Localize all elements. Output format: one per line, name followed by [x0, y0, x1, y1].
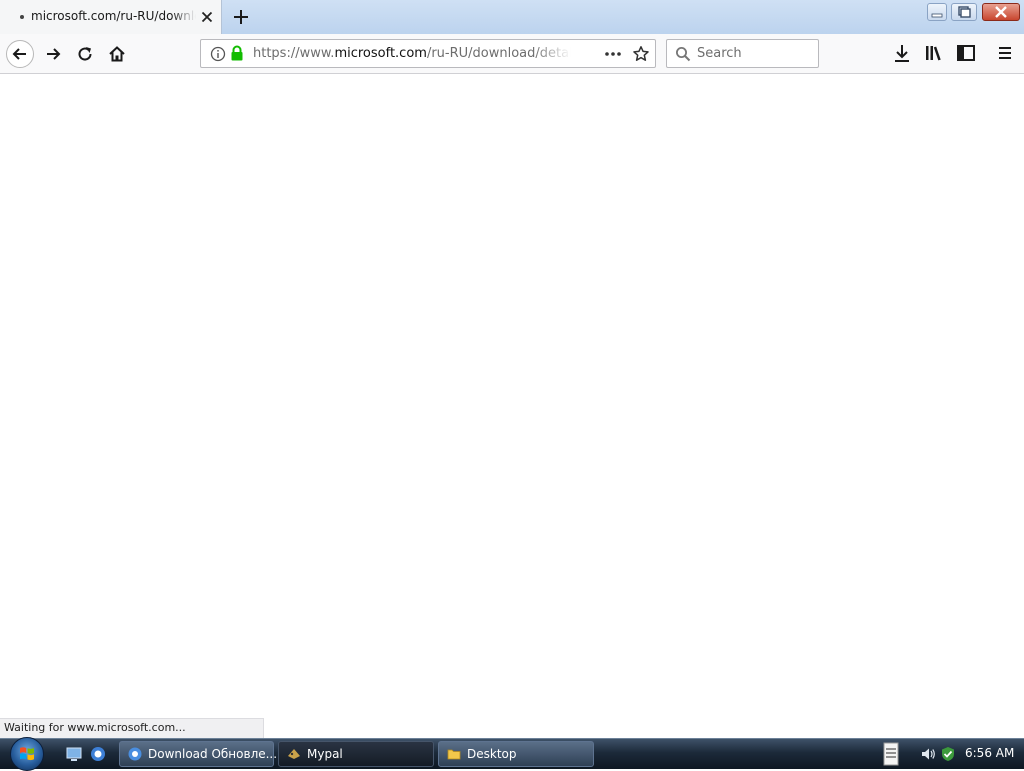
mypal-app-icon — [288, 749, 300, 759]
taskbar-clock[interactable]: 6:56 AM — [965, 746, 1014, 760]
bookmark-star-icon[interactable] — [632, 45, 650, 63]
sidebar-icon[interactable] — [955, 42, 977, 64]
lock-icon[interactable] — [230, 45, 244, 62]
menu-icon[interactable] — [994, 42, 1016, 64]
more-actions-icon[interactable] — [603, 47, 623, 61]
navigation-toolbar: https://www.microsoft.com/ru-RU/download… — [0, 34, 1024, 74]
show-desktop-icon[interactable] — [66, 746, 82, 762]
forward-button[interactable] — [40, 41, 66, 67]
loading-dot-icon — [20, 15, 24, 19]
status-bar: Waiting for www.microsoft.com... — [0, 718, 264, 738]
close-icon[interactable] — [199, 9, 215, 25]
url-bar[interactable]: https://www.microsoft.com/ru-RU/download… — [200, 39, 656, 68]
restore-icon — [958, 6, 971, 18]
taskbar-item-mypal[interactable]: Mypal — [278, 741, 434, 767]
keyboard-icon[interactable] — [883, 742, 899, 766]
taskbar-item-label: Download Обновле... — [148, 747, 278, 761]
page-content — [0, 74, 1024, 738]
taskbar-item-label: Mypal — [307, 747, 343, 761]
start-button[interactable] — [10, 737, 44, 771]
restore-button[interactable] — [951, 3, 977, 21]
reload-icon — [78, 47, 92, 61]
back-button[interactable] — [6, 40, 34, 68]
browser-quicklaunch-icon[interactable] — [90, 746, 106, 762]
search-bar[interactable]: Search — [666, 39, 819, 68]
taskbar: Download Обновле... Mypal Desktop 6:56 A… — [0, 737, 1024, 771]
info-icon[interactable] — [210, 46, 226, 62]
minimize-icon — [931, 13, 943, 18]
minimize-button[interactable] — [927, 3, 947, 21]
folder-icon — [447, 749, 461, 760]
url-text[interactable]: https://www.microsoft.com/ru-RU/download… — [253, 46, 571, 62]
home-icon — [109, 46, 125, 62]
close-icon — [995, 6, 1007, 18]
download-icon[interactable] — [891, 42, 913, 64]
reload-button[interactable] — [72, 41, 98, 67]
volume-icon[interactable] — [920, 746, 936, 762]
search-icon — [676, 47, 691, 62]
tab-microsoft-download[interactable]: microsoft.com/ru-RU/download/details — [0, 0, 222, 34]
forward-arrow-icon — [47, 48, 61, 60]
taskbar-item-label: Desktop — [467, 747, 517, 761]
taskbar-item-desktop[interactable]: Desktop — [438, 741, 594, 767]
tab-title: microsoft.com/ru-RU/download/details — [31, 9, 196, 23]
tab-strip: microsoft.com/ru-RU/download/details — [0, 0, 1024, 34]
library-icon[interactable] — [923, 42, 945, 64]
taskbar-item-download[interactable]: Download Обновле... — [119, 741, 278, 767]
security-shield-icon[interactable] — [940, 746, 956, 762]
close-window-button[interactable] — [982, 3, 1020, 21]
search-input[interactable]: Search — [697, 46, 742, 61]
windows-logo-icon — [20, 747, 34, 761]
plus-icon[interactable] — [231, 7, 251, 27]
browser-icon — [128, 747, 142, 761]
back-arrow-icon — [12, 48, 26, 60]
home-button[interactable] — [104, 41, 130, 67]
